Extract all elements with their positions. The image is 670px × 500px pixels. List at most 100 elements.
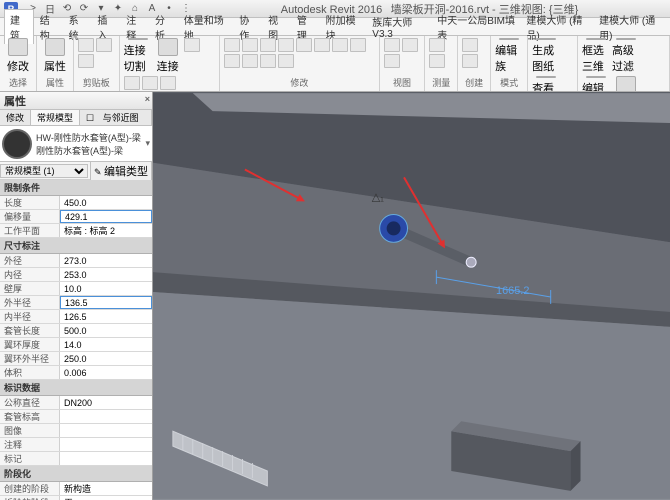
property-row[interactable]: 套管标高 [0,410,152,424]
context-tabs: 修改 常规模型 ☐ 与邻近图元一同移动 [0,110,152,126]
property-value[interactable]: 250.0 [60,352,152,365]
ribbon-small-button[interactable] [224,38,240,52]
property-row[interactable]: 图像 [0,424,152,438]
property-value[interactable]: 标高 : 标高 2 [60,224,152,237]
type-thumbnail-icon [2,129,32,159]
move-with-nearby-option[interactable]: ☐ 与邻近图元一同移动 [80,110,152,125]
ribbon-small-button[interactable] [124,76,140,90]
ribbon-small-button[interactable] [278,54,294,68]
property-value[interactable]: 253.0 [60,268,152,281]
property-row[interactable]: 注释 [0,438,152,452]
ribbon-button[interactable]: 属性 [41,38,69,74]
property-value[interactable]: 450.0 [60,196,152,209]
ribbon-small-button[interactable] [96,38,112,52]
property-key: 长度 [0,196,60,209]
property-section-header[interactable]: 尺寸标注 [0,238,152,254]
ribbon-group-label: 属性 [41,76,69,89]
property-section-header[interactable]: 阶段化 [0,466,152,482]
property-section-header[interactable]: 标识数据 [0,380,152,396]
property-row[interactable]: 翼环厚度14.0 [0,338,152,352]
tab-modify[interactable]: 修改 [0,110,31,125]
ribbon-small-button[interactable] [242,54,258,68]
property-value[interactable] [60,452,152,465]
property-value[interactable]: 500.0 [60,324,152,337]
ribbon-group: 测量 [425,36,458,91]
ribbon-small-button[interactable] [429,54,445,68]
ribbon-small-button[interactable] [242,38,258,52]
property-row[interactable]: 工作平面标高 : 标高 2 [0,224,152,238]
ribbon-group: 创建 [458,36,491,91]
ribbon-button[interactable]: 生成图纸 [532,38,560,74]
ribbon-small-button[interactable] [429,38,445,52]
tab-generic-model[interactable]: 常规模型 [31,110,80,125]
ribbon-button[interactable]: 高级过滤 [612,38,640,74]
property-key: 标记 [0,452,60,465]
property-value[interactable]: 136.5 [60,296,152,309]
ribbon-small-button[interactable] [184,38,200,52]
property-value[interactable]: 0.006 [60,366,152,379]
property-value[interactable] [60,424,152,437]
property-section-header[interactable]: 限制条件 [0,180,152,196]
ribbon-small-button[interactable] [384,54,400,68]
property-value[interactable] [60,438,152,451]
instance-combo[interactable]: 常规模型 (1) [0,164,88,178]
property-value[interactable]: 14.0 [60,338,152,351]
ribbon-small-button[interactable] [260,54,276,68]
ribbon-button[interactable]: 连接 [154,38,182,74]
ribbon-small-button[interactable] [78,54,94,68]
ribbon-small-button[interactable] [350,38,366,52]
ribbon-button[interactable]: 编辑族 [495,38,523,74]
property-row[interactable]: 偏移量429.1 [0,210,152,224]
type-selector[interactable]: HW-刚性防水套管(A型)-梁 刚性防水套管(A型)-梁 ▾ [0,126,152,162]
property-row[interactable]: 长度450.0 [0,196,152,210]
ribbon-small-button[interactable] [160,76,176,90]
ribbon-tabs: 建筑结构系统插入注释分析体量和场地协作视图管理附加模块族库大师V3.3中天一公局… [0,18,670,36]
property-row[interactable]: 外径273.0 [0,254,152,268]
ribbon-button[interactable]: 框选三维 [582,38,610,74]
ribbon-small-button[interactable] [142,76,158,90]
ribbon-small-button[interactable] [332,38,348,52]
property-value[interactable]: 273.0 [60,254,152,267]
property-value[interactable]: 126.5 [60,310,152,323]
ribbon-small-button[interactable] [402,38,418,52]
property-value[interactable]: 10.0 [60,282,152,295]
ribbon-small-button[interactable] [384,38,400,52]
ribbon-small-button[interactable] [260,38,276,52]
ribbon-button[interactable]: 查看图纸 [532,76,560,92]
property-row[interactable]: 套管长度500.0 [0,324,152,338]
property-row[interactable]: 内径253.0 [0,268,152,282]
property-row[interactable]: 公称直径DN200 [0,396,152,410]
ribbon-button[interactable]: 修改 [4,38,32,74]
ribbon-button[interactable]: 框选 [612,76,640,92]
property-value[interactable]: DN200 [60,396,152,409]
chevron-down-icon[interactable]: ▾ [145,138,150,149]
property-key: 套管长度 [0,324,60,337]
property-row[interactable]: 内半径126.5 [0,310,152,324]
ribbon-small-button[interactable] [278,38,294,52]
property-row[interactable]: 拆除的阶段无 [0,496,152,500]
ribbon-small-button[interactable] [314,38,330,52]
3d-viewport[interactable]: 1665.2 △₁ [153,92,670,500]
property-row[interactable]: 壁厚10.0 [0,282,152,296]
ribbon-button[interactable]: 编辑属性 [582,76,610,92]
close-icon[interactable]: × [145,94,150,104]
property-row[interactable]: 翼环外半径250.0 [0,352,152,366]
type-name: HW-刚性防水套管(A型)-梁 刚性防水套管(A型)-梁 [36,131,141,157]
property-row[interactable]: 标记 [0,452,152,466]
ribbon-small-button[interactable] [462,38,478,52]
ribbon-small-button[interactable] [224,54,240,68]
property-row[interactable]: 体积0.006 [0,366,152,380]
edit-type-button[interactable]: ✎ 编辑类型 [90,161,152,181]
property-value[interactable]: 429.1 [60,210,152,223]
property-key: 外半径 [0,296,60,309]
property-value[interactable]: 新构造 [60,482,152,495]
property-value[interactable]: 无 [60,496,152,500]
ribbon-small-button[interactable] [296,38,312,52]
property-key: 注释 [0,438,60,451]
property-row[interactable]: 外半径136.5 [0,296,152,310]
ribbon-small-button[interactable] [78,38,94,52]
ribbon-button[interactable]: 连接切割 [124,38,152,74]
property-value[interactable] [60,410,152,423]
property-row[interactable]: 创建的阶段新构造 [0,482,152,496]
ribbon-small-button[interactable] [462,54,478,68]
